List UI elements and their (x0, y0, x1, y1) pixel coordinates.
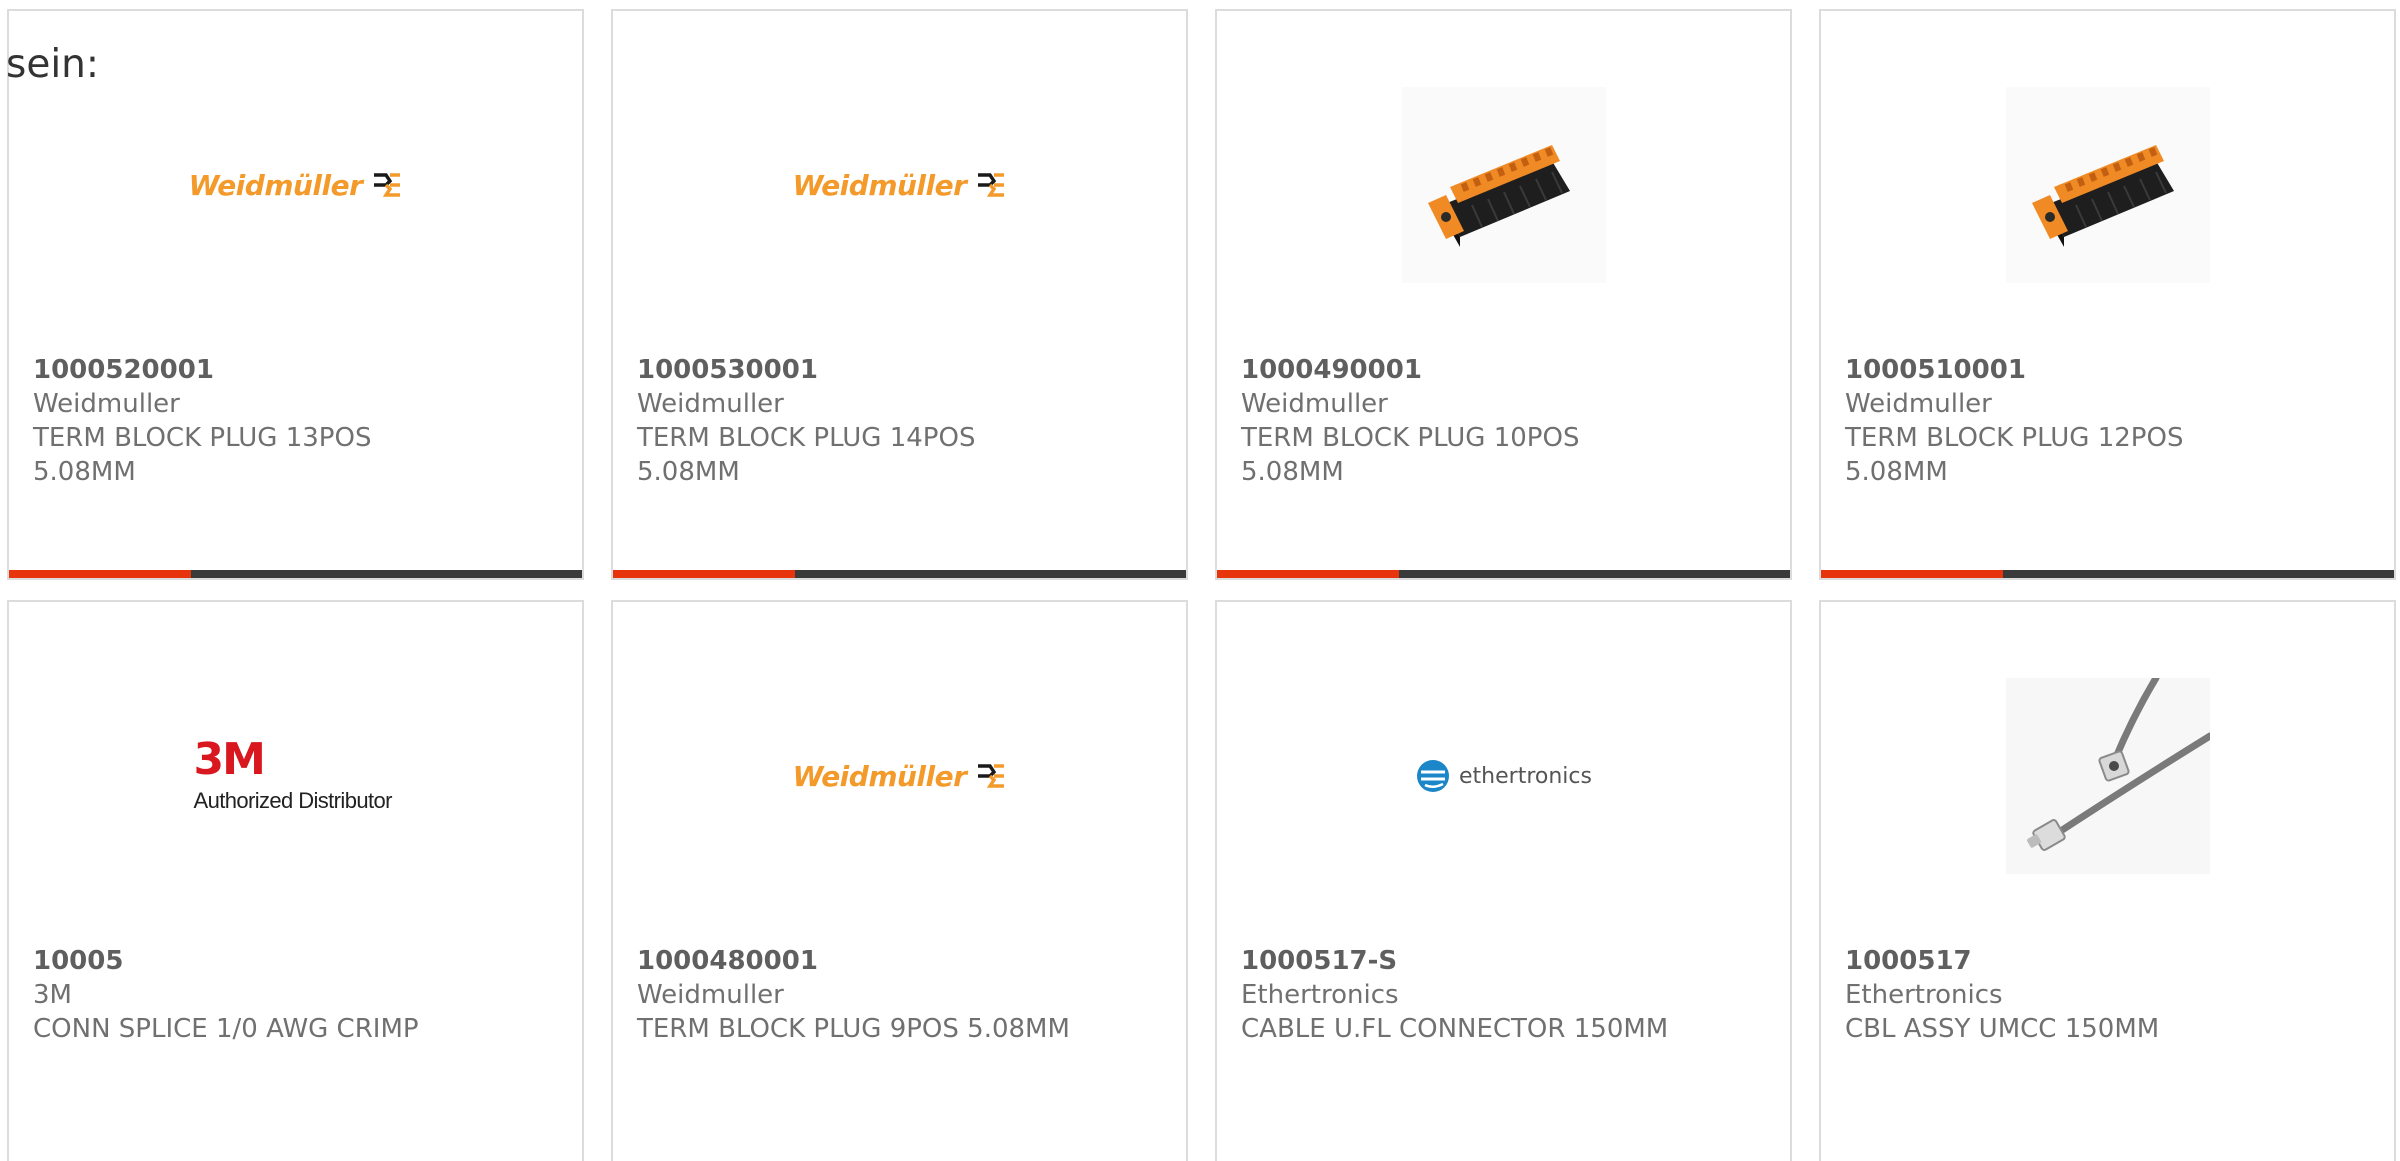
card-bottom-bar (613, 570, 1186, 578)
manufacturer: Weidmuller (637, 980, 784, 1010)
manufacturer: Weidmuller (637, 389, 784, 419)
product-card[interactable]: Weidmüller 1000530001 Weidmuller TERM BL… (611, 9, 1188, 580)
terminal-block-photo (1401, 87, 1606, 283)
card-accent-bar (613, 570, 795, 578)
product-info: 1000517 Ethertronics CBL ASSY UMCC 150MM (1845, 944, 2378, 1046)
manufacturer: 3M (33, 980, 72, 1010)
3m-logo-subtext: Authorized Distributor (193, 788, 393, 813)
ethertronics-logo: ethertronics (1415, 758, 1592, 794)
weidmuller-logo-text: Weidmüller (188, 168, 363, 202)
description-line: 5.08MM (1845, 457, 1948, 487)
description-line: 5.08MM (1241, 457, 1344, 487)
part-number[interactable]: 1000517-S (1241, 944, 1774, 978)
manufacturer: Weidmuller (1845, 389, 1992, 419)
card-accent-bar (9, 570, 191, 578)
product-thumbnail[interactable] (2005, 678, 2210, 874)
weidmuller-logo-text: Weidmüller (792, 168, 967, 202)
product-thumbnail[interactable]: ethertronics (1402, 678, 1606, 874)
product-info: 1000517-S Ethertronics CABLE U.FL CONNEC… (1241, 944, 1774, 1046)
weidmuller-logo: Weidmüller (793, 760, 1007, 793)
product-thumbnail[interactable]: Weidmüller (793, 678, 1005, 874)
product-card[interactable]: 1000510001 Weidmuller TERM BLOCK PLUG 12… (1819, 9, 2396, 580)
description-line: TERM BLOCK PLUG 13POS (33, 423, 372, 453)
product-thumbnail[interactable] (2005, 87, 2210, 283)
weidmuller-mark-icon (978, 764, 1005, 788)
description-line: TERM BLOCK PLUG 9POS 5.08MM (637, 1014, 1070, 1044)
card-accent-bar (1821, 570, 2003, 578)
product-card[interactable]: Weidmüller 1000480001 Weidmuller TERM BL… (611, 600, 1188, 1161)
intro-text: sein: (6, 42, 100, 87)
3m-logo-mark: 3M (193, 734, 266, 785)
manufacturer: Ethertronics (1845, 980, 2003, 1010)
ethertronics-mark-icon (1417, 760, 1450, 792)
ethertronics-logo-text: ethertronics (1459, 763, 1592, 789)
card-bottom-bar (1821, 570, 2394, 578)
product-card[interactable]: 3M Authorized Distributor 10005 3M CONN … (7, 600, 584, 1161)
manufacturer: Weidmuller (33, 389, 180, 419)
description-line: CONN SPLICE 1/0 AWG CRIMP (33, 1014, 419, 1044)
product-card[interactable]: ethertronics 1000517-S Ethertronics CABL… (1215, 600, 1792, 1161)
description-line: CBL ASSY UMCC 150MM (1845, 1014, 2160, 1044)
product-info: 1000530001 Weidmuller TERM BLOCK PLUG 14… (637, 353, 1170, 489)
terminal-block-photo (2005, 87, 2210, 283)
weidmuller-logo: Weidmüller (793, 169, 1007, 202)
product-thumbnail[interactable] (1401, 87, 1606, 283)
card-bottom-bar (1217, 570, 1790, 578)
part-number[interactable]: 1000490001 (1241, 353, 1774, 387)
card-bottom-bar (9, 570, 582, 578)
description-line: TERM BLOCK PLUG 14POS (637, 423, 976, 453)
part-number[interactable]: 1000480001 (637, 944, 1170, 978)
product-thumbnail[interactable]: Weidmüller (793, 87, 1005, 283)
part-number[interactable]: 1000510001 (1845, 353, 2378, 387)
weidmuller-logo: Weidmüller (189, 169, 403, 202)
description-line: TERM BLOCK PLUG 10POS (1241, 423, 1580, 453)
part-number[interactable]: 1000517 (1845, 944, 2378, 978)
manufacturer: Weidmuller (1241, 389, 1388, 419)
cable-assembly-photo (2005, 678, 2210, 874)
product-thumbnail[interactable]: 3M Authorized Distributor (194, 678, 398, 874)
product-info: 1000510001 Weidmuller TERM BLOCK PLUG 12… (1845, 353, 2378, 489)
manufacturer: Ethertronics (1241, 980, 1399, 1010)
description-line: TERM BLOCK PLUG 12POS (1845, 423, 2184, 453)
part-number[interactable]: 1000530001 (637, 353, 1170, 387)
product-card[interactable]: Weidmüller 1000520001 Weidmuller TERM BL… (7, 9, 584, 580)
weidmuller-mark-icon (374, 173, 401, 197)
part-number[interactable]: 10005 (33, 944, 566, 978)
part-number[interactable]: 1000520001 (33, 353, 566, 387)
product-card[interactable]: 1000517 Ethertronics CBL ASSY UMCC 150MM (1819, 600, 2396, 1161)
description-line: 5.08MM (33, 457, 136, 487)
product-thumbnail[interactable]: Weidmüller (189, 87, 401, 283)
product-info: 10005 3M CONN SPLICE 1/0 AWG CRIMP (33, 944, 566, 1046)
weidmuller-mark-icon (978, 173, 1005, 197)
product-info: 1000520001 Weidmuller TERM BLOCK PLUG 13… (33, 353, 566, 489)
product-card[interactable]: 1000490001 Weidmuller TERM BLOCK PLUG 10… (1215, 9, 1792, 580)
product-info: 1000490001 Weidmuller TERM BLOCK PLUG 10… (1241, 353, 1774, 489)
weidmuller-logo-text: Weidmüller (792, 759, 967, 793)
3m-logo: 3M Authorized Distributor (194, 738, 398, 814)
description-line: CABLE U.FL CONNECTOR 150MM (1241, 1014, 1669, 1044)
product-grid-page: sein: Weidmüller 1000520001 Weidmuller T… (0, 0, 2400, 1161)
description-line: 5.08MM (637, 457, 740, 487)
product-info: 1000480001 Weidmuller TERM BLOCK PLUG 9P… (637, 944, 1170, 1046)
card-accent-bar (1217, 570, 1399, 578)
